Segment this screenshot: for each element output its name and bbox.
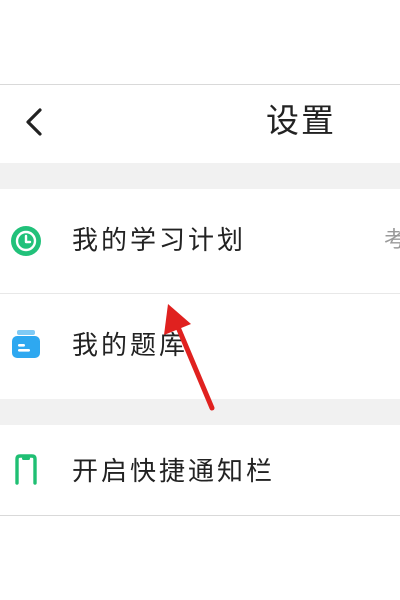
section-divider bbox=[0, 163, 400, 189]
question-bank-icon bbox=[10, 328, 42, 360]
section-divider bbox=[0, 399, 400, 425]
settings-item-study-plan[interactable]: 我的学习计划 考 bbox=[0, 189, 400, 294]
chevron-left-icon bbox=[26, 108, 42, 136]
page: 设置 我的学习计划 考 我 bbox=[0, 0, 400, 600]
clock-icon bbox=[10, 225, 42, 257]
back-button[interactable] bbox=[18, 103, 52, 141]
page-title: 设置 bbox=[266, 101, 336, 140]
settings-item-label: 我的题库 bbox=[72, 331, 189, 361]
settings-screen: 设置 我的学习计划 考 我 bbox=[0, 84, 400, 516]
settings-item-value: 考 bbox=[384, 226, 400, 256]
settings-item-quick-notification[interactable]: 开启快捷通知栏 bbox=[0, 425, 400, 515]
settings-item-label: 我的学习计划 bbox=[72, 226, 247, 256]
settings-item-label: 开启快捷通知栏 bbox=[72, 457, 276, 487]
phone-icon bbox=[10, 453, 42, 485]
settings-item-question-bank[interactable]: 我的题库 bbox=[0, 294, 400, 399]
navigation-bar: 设置 bbox=[0, 85, 400, 163]
